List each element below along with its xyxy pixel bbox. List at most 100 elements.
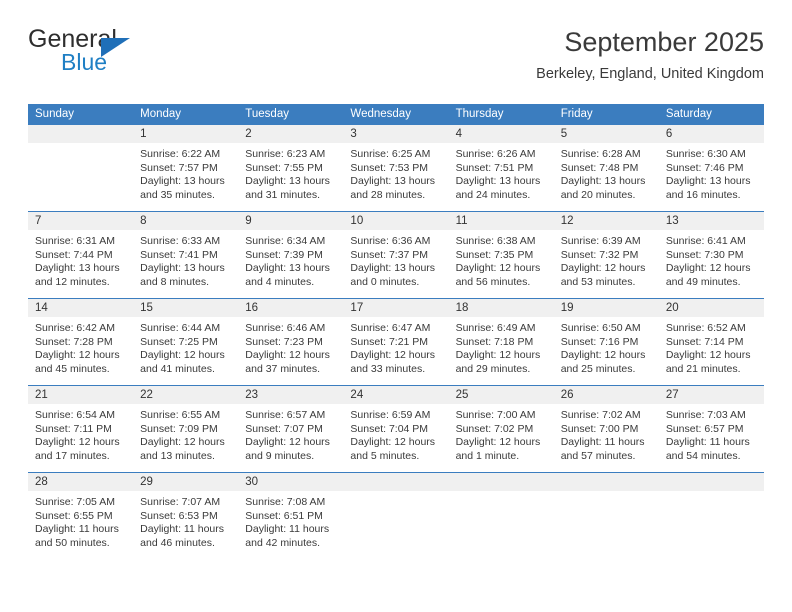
- day-cell[interactable]: 11 Sunrise: 6:38 AM Sunset: 7:35 PM Dayligh…: [448, 212, 554, 298]
- daylight-text-line1: Daylight: 13 hours: [455, 175, 541, 187]
- daylight-text-line2: and 49 minutes.: [665, 275, 741, 288]
- daylight-text-line2: and 35 minutes.: [140, 188, 215, 201]
- day-details: Sunrise: 6:52 AM Sunset: 7:14 PM Daylight:…: [659, 318, 764, 385]
- sunset-text: Sunset: 7:53 PM: [350, 161, 429, 174]
- day-cell[interactable]: 5 Sunrise: 6:28 AM Sunset: 7:48 PM Daylight…: [553, 125, 659, 211]
- sunset-text: Sunset: 7:00 PM: [560, 422, 639, 435]
- day-cell[interactable]: 3 Sunrise: 6:25 AM Sunset: 7:53 PM Daylight…: [343, 125, 449, 211]
- day-cell[interactable]: 7 Sunrise: 6:31 AM Sunset: 7:44 PM Daylight…: [28, 212, 134, 298]
- daylight-text-line2: and 20 minutes.: [560, 188, 636, 201]
- daylight-text-line2: and 16 minutes.: [665, 188, 741, 201]
- day-cell[interactable]: 16 Sunrise: 6:46 AM Sunset: 7:23 PM Dayligh…: [238, 299, 344, 385]
- day-cell[interactable]: 1 Sunrise: 6:22 AM Sunset: 7:57 PM Daylight…: [133, 125, 239, 211]
- day-cell[interactable]: 23 Sunrise: 6:57 AM Sunset: 7:07 PM Dayligh…: [238, 386, 344, 472]
- sunset-text: Sunset: 7:09 PM: [140, 422, 218, 435]
- day-number: 7: [28, 212, 134, 231]
- calendar-page: General Blue September 2025 Berkeley, En…: [0, 0, 792, 612]
- day-number: [448, 473, 554, 492]
- day-number: [28, 125, 134, 144]
- day-cell[interactable]: 25 Sunrise: 7:00 AM Sunset: 7:02 PM Dayligh…: [448, 386, 554, 472]
- day-cell[interactable]: 12 Sunrise: 6:39 AM Sunset: 7:32 PM Dayligh…: [553, 212, 659, 298]
- day-cell-empty: [658, 473, 764, 559]
- day-number: 29: [133, 473, 239, 492]
- day-details: Sunrise: 7:07 AM Sunset: 6:53 PM Daylight:…: [133, 492, 238, 559]
- daylight-text-line1: Daylight: 13 hours: [560, 175, 646, 187]
- daylight-text-line2: and 33 minutes.: [350, 362, 426, 375]
- day-number: 4: [448, 125, 554, 144]
- day-details: Sunrise: 6:28 AM Sunset: 7:48 PM Daylight:…: [554, 144, 659, 211]
- day-details: Sunrise: 6:57 AM Sunset: 7:07 PM Daylight:…: [238, 405, 343, 472]
- day-details: Sunrise: 6:31 AM Sunset: 7:44 PM Daylight:…: [28, 231, 133, 298]
- day-number: 19: [553, 299, 659, 318]
- day-cell[interactable]: 20 Sunrise: 6:52 AM Sunset: 7:14 PM Dayligh…: [658, 299, 764, 385]
- daylight-text-line1: Daylight: 12 hours: [665, 262, 751, 274]
- daylight-text-line1: Daylight: 13 hours: [35, 262, 120, 274]
- sunrise-text: Sunrise: 6:44 AM: [140, 322, 221, 334]
- daylight-text-line1: Daylight: 11 hours: [665, 436, 750, 448]
- brand-logo[interactable]: General Blue: [28, 26, 248, 86]
- day-cell[interactable]: 19 Sunrise: 6:50 AM Sunset: 7:16 PM Dayligh…: [553, 299, 659, 385]
- sunrise-text: Sunrise: 7:02 AM: [560, 409, 641, 421]
- daylight-text-line2: and 17 minutes.: [35, 449, 110, 462]
- calendar-week-row: 21 Sunrise: 6:54 AM Sunset: 7:11 PM Dayligh…: [28, 385, 764, 472]
- day-cell[interactable]: 29 Sunrise: 7:07 AM Sunset: 6:53 PM Dayligh…: [133, 473, 239, 559]
- daylight-text-line2: and 13 minutes.: [140, 449, 215, 462]
- sunrise-text: Sunrise: 7:00 AM: [455, 409, 536, 421]
- daylight-text-line2: and 4 minutes.: [245, 275, 315, 288]
- sunrise-text: Sunrise: 6:36 AM: [350, 235, 431, 247]
- day-cell[interactable]: 13 Sunrise: 6:41 AM Sunset: 7:30 PM Dayligh…: [658, 212, 764, 298]
- day-cell[interactable]: 27 Sunrise: 7:03 AM Sunset: 6:57 PM Dayligh…: [658, 386, 764, 472]
- location-subtitle: Berkeley, England, United Kingdom: [536, 66, 764, 82]
- day-cell[interactable]: 14 Sunrise: 6:42 AM Sunset: 7:28 PM Dayligh…: [28, 299, 134, 385]
- day-number: 18: [448, 299, 554, 318]
- day-cell[interactable]: 30 Sunrise: 7:08 AM Sunset: 6:51 PM Dayligh…: [238, 473, 344, 559]
- sunrise-text: Sunrise: 6:28 AM: [560, 148, 641, 160]
- day-cell[interactable]: 8 Sunrise: 6:33 AM Sunset: 7:41 PM Daylight…: [133, 212, 239, 298]
- day-cell[interactable]: 26 Sunrise: 7:02 AM Sunset: 7:00 PM Dayligh…: [553, 386, 659, 472]
- daylight-text-line1: Daylight: 13 hours: [350, 175, 436, 187]
- day-cell[interactable]: 9 Sunrise: 6:34 AM Sunset: 7:39 PM Daylight…: [238, 212, 344, 298]
- sunset-text: Sunset: 7:14 PM: [665, 335, 744, 348]
- daylight-text-line1: Daylight: 12 hours: [140, 436, 225, 448]
- sunset-text: Sunset: 6:55 PM: [35, 509, 113, 522]
- day-cell[interactable]: 10 Sunrise: 6:36 AM Sunset: 7:37 PM Dayligh…: [343, 212, 449, 298]
- week-grid: 28 Sunrise: 7:05 AM Sunset: 6:55 PM Dayligh…: [28, 473, 764, 559]
- day-cell[interactable]: 17 Sunrise: 6:47 AM Sunset: 7:21 PM Dayligh…: [343, 299, 449, 385]
- title-block: September 2025 Berkeley, England, United…: [536, 26, 764, 83]
- day-number: 3: [343, 125, 449, 144]
- daylight-text-line2: and 12 minutes.: [35, 275, 110, 288]
- day-number: 14: [28, 299, 134, 318]
- day-cell[interactable]: 24 Sunrise: 6:59 AM Sunset: 7:04 PM Dayligh…: [343, 386, 449, 472]
- day-cell[interactable]: 2 Sunrise: 6:23 AM Sunset: 7:55 PM Daylight…: [238, 125, 344, 211]
- daylight-text-line1: Daylight: 12 hours: [560, 349, 646, 361]
- weekday-header-wednesday: Wednesday: [350, 108, 411, 120]
- day-details: Sunrise: 6:49 AM Sunset: 7:18 PM Daylight:…: [449, 318, 554, 385]
- sunset-text: Sunset: 6:51 PM: [245, 509, 323, 522]
- week-grid: 14 Sunrise: 6:42 AM Sunset: 7:28 PM Dayligh…: [28, 299, 764, 385]
- day-cell[interactable]: 4 Sunrise: 6:26 AM Sunset: 7:51 PM Daylight…: [448, 125, 554, 211]
- weekday-header-sunday: Sunday: [35, 108, 75, 120]
- day-number: 27: [658, 386, 764, 405]
- day-cell[interactable]: 22 Sunrise: 6:55 AM Sunset: 7:09 PM Dayligh…: [133, 386, 239, 472]
- day-cell[interactable]: 15 Sunrise: 6:44 AM Sunset: 7:25 PM Dayligh…: [133, 299, 239, 385]
- day-cell[interactable]: 21 Sunrise: 6:54 AM Sunset: 7:11 PM Dayligh…: [28, 386, 134, 472]
- day-cell[interactable]: 18 Sunrise: 6:49 AM Sunset: 7:18 PM Dayligh…: [448, 299, 554, 385]
- day-number: 28: [28, 473, 134, 492]
- day-cell[interactable]: 6 Sunrise: 6:30 AM Sunset: 7:46 PM Daylight…: [658, 125, 764, 211]
- sunset-text: Sunset: 7:25 PM: [140, 335, 218, 348]
- day-details: Sunrise: 6:38 AM Sunset: 7:35 PM Daylight:…: [449, 231, 554, 298]
- sunrise-text: Sunrise: 7:07 AM: [140, 496, 221, 508]
- sunrise-text: Sunrise: 6:57 AM: [245, 409, 326, 421]
- day-number: 11: [448, 212, 554, 231]
- daylight-text-line2: and 21 minutes.: [665, 362, 741, 375]
- daylight-text-line1: Daylight: 12 hours: [140, 349, 225, 361]
- day-number: [343, 473, 449, 492]
- day-details: Sunrise: 6:42 AM Sunset: 7:28 PM Daylight:…: [28, 318, 133, 385]
- calendar-week-row: 1 Sunrise: 6:22 AM Sunset: 7:57 PM Daylight…: [28, 125, 764, 211]
- day-cell[interactable]: 28 Sunrise: 7:05 AM Sunset: 6:55 PM Dayligh…: [28, 473, 134, 559]
- week-grid: 7 Sunrise: 6:31 AM Sunset: 7:44 PM Daylight…: [28, 212, 764, 298]
- weekday-header-tuesday: Tuesday: [245, 108, 289, 120]
- sunset-text: Sunset: 7:07 PM: [245, 422, 323, 435]
- daylight-text-line2: and 28 minutes.: [350, 188, 426, 201]
- sunrise-text: Sunrise: 6:39 AM: [560, 235, 641, 247]
